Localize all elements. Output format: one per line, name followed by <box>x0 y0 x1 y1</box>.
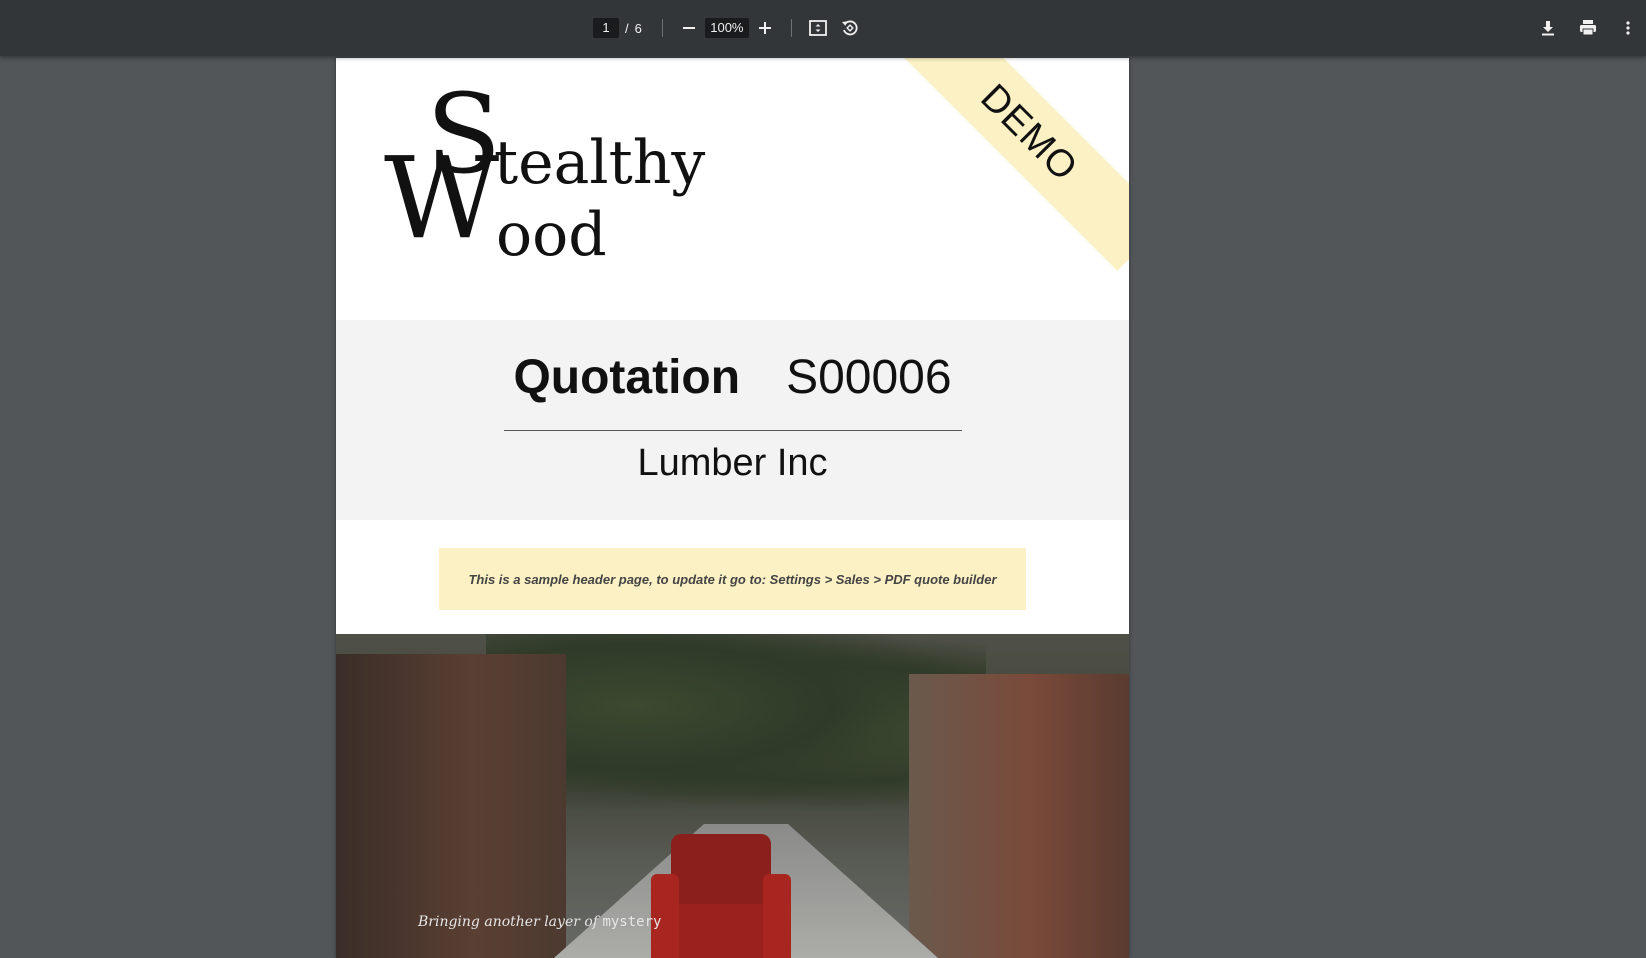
quotation-number: S00006 <box>786 351 952 404</box>
plus-icon <box>758 22 771 34</box>
page-navigation: 1 / 6 100% <box>593 0 866 56</box>
download-button[interactable] <box>1532 12 1564 44</box>
cover-photo: Bringing another layer of mystery <box>336 634 1129 958</box>
company-logo: S tealthy W ood <box>384 70 705 288</box>
more-actions-button[interactable] <box>1612 12 1644 44</box>
download-icon <box>1542 21 1554 36</box>
toolbar-actions <box>1532 0 1644 56</box>
pdf-page: S tealthy W ood DEMO Quotation S00006 Lum… <box>336 58 1129 958</box>
page-number-input[interactable]: 1 <box>593 18 619 38</box>
rotate-icon <box>841 20 858 36</box>
more-vert-icon <box>1626 21 1630 35</box>
title-band: Quotation S00006 Lumber Inc <box>336 320 1129 520</box>
logo-text-bottom: ood <box>496 200 607 270</box>
zoom-out-button[interactable] <box>673 12 705 44</box>
sample-header-note: This is a sample header page, to update … <box>439 548 1026 610</box>
customer-name: Lumber Inc <box>637 442 828 484</box>
tagline-suffix: mystery <box>602 914 662 930</box>
print-button[interactable] <box>1572 12 1604 44</box>
demo-ribbon: DEMO <box>891 58 1129 271</box>
zoom-level-input[interactable]: 100% <box>704 18 749 38</box>
quotation-title: Quotation S00006 <box>336 350 1129 405</box>
fit-page-icon <box>808 20 827 36</box>
pdf-toolbar: 1 / 6 100% <box>0 0 1646 56</box>
minus-icon <box>682 27 695 29</box>
page-separator: / <box>625 20 629 36</box>
photo-right-wall <box>909 674 1129 958</box>
tagline-prefix: Bringing another layer of <box>418 914 598 930</box>
photo-left-wall <box>336 654 566 958</box>
logo-text-top: tealthy <box>494 128 706 198</box>
photo-tagline: Bringing another layer of mystery <box>418 914 661 930</box>
rotate-button[interactable] <box>834 12 866 44</box>
page-total: 6 <box>634 20 642 36</box>
quotation-label: Quotation <box>513 351 741 404</box>
title-divider <box>504 430 962 431</box>
toolbar-divider <box>790 19 792 37</box>
toolbar-divider <box>661 19 663 37</box>
zoom-in-button[interactable] <box>749 12 781 44</box>
print-icon <box>1580 20 1596 36</box>
logo-letter-w: W <box>384 134 500 264</box>
red-armchair <box>651 834 791 958</box>
fit-to-page-button[interactable] <box>802 12 834 44</box>
